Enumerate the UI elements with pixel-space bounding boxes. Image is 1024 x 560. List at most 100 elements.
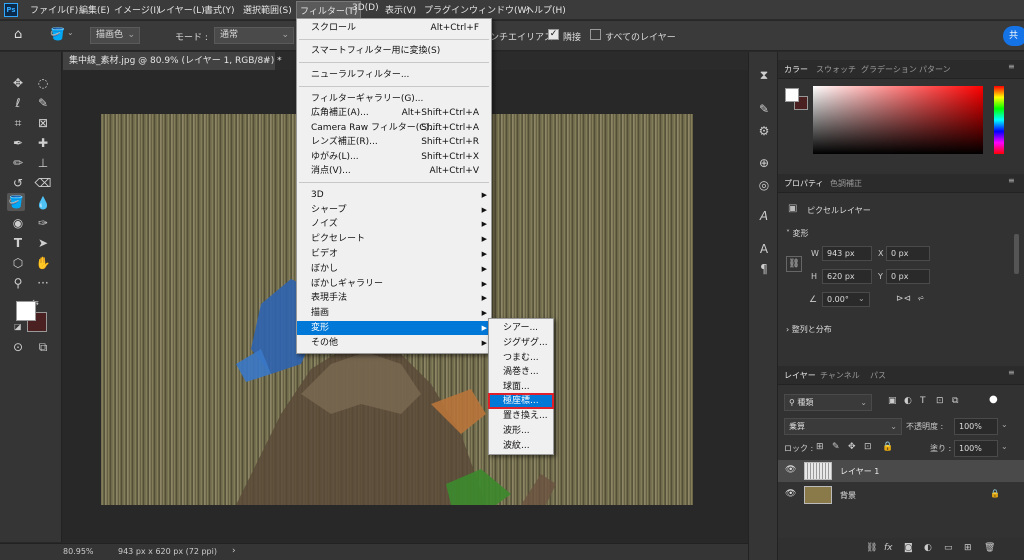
submenu-item-shear[interactable]: シアー... [489, 321, 553, 335]
submenu-item-pinch[interactable]: つまむ... [489, 351, 553, 365]
menu-item-convert-smart-filters[interactable]: スマートフィルター用に変換(S) [297, 44, 491, 58]
layer-name[interactable]: レイヤー 1 [840, 466, 879, 477]
frame-tool-icon[interactable]: ⊠ [34, 114, 52, 132]
filter-shape-icon[interactable]: ⊡ [936, 396, 944, 406]
lock-all-icon[interactable]: 🔒 [882, 442, 893, 452]
move-tool-icon[interactable]: ✥ [9, 74, 27, 92]
shape-tool-icon[interactable]: ⬡ [9, 254, 27, 272]
tab-layers[interactable]: レイヤー [784, 370, 816, 381]
lock-artboard-icon[interactable]: ⊡ [864, 442, 872, 452]
adjustments-panel-icon[interactable]: ⚙ [755, 122, 773, 140]
menu-edit[interactable]: 編集(E) [79, 3, 110, 16]
foreground-color-chip[interactable] [785, 88, 799, 102]
hand-tool-icon[interactable]: ✋ [34, 254, 52, 272]
quick-mask-icon[interactable]: ⊙ [9, 338, 27, 356]
zoom-tool-icon[interactable]: ⚲ [9, 274, 27, 292]
panel-menu-icon[interactable]: ≡ [1008, 62, 1015, 71]
color-field[interactable] [813, 86, 983, 154]
paths-panel-icon[interactable]: ◎ [755, 176, 773, 194]
fill-chevron-icon[interactable]: ⌄ [1001, 442, 1008, 451]
chevron-down-icon[interactable]: ⌄ [858, 294, 865, 303]
height-field[interactable]: 620 px [822, 269, 872, 284]
tab-properties[interactable]: プロパティ [784, 178, 824, 189]
delete-layer-icon[interactable]: 🗑 [984, 543, 995, 553]
filter-smart-object-icon[interactable]: ⧉ [952, 396, 958, 406]
submenu-item-ripple[interactable]: 波紋... [489, 439, 553, 453]
menu-item-scroll[interactable]: スクロール Alt+Ctrl+F [297, 21, 491, 35]
pen-tool-icon[interactable]: ✑ [34, 214, 52, 232]
contiguous-checkbox[interactable]: ✓ [548, 29, 559, 40]
clone-stamp-tool-icon[interactable]: ⊥ [34, 154, 52, 172]
properties-scrollbar[interactable] [1014, 234, 1019, 274]
glyphs-panel-icon[interactable]: A [755, 240, 773, 258]
layer-filter-select[interactable]: ⚲ 種類 ⌄ [784, 394, 872, 411]
close-icon[interactable]: × [262, 52, 270, 70]
flip-horizontal-icon[interactable]: ⊳⊲ [896, 294, 911, 304]
visibility-eye-icon[interactable]: 👁 [785, 489, 796, 499]
submenu-item-displace[interactable]: 置き換え... [489, 409, 553, 423]
eyedropper-tool-icon[interactable]: ✒ [9, 134, 27, 152]
submenu-item-spherize[interactable]: 球面... [489, 380, 553, 394]
fill-field[interactable]: 100% [954, 440, 998, 457]
zoom-level[interactable]: 80.95% [63, 547, 94, 556]
status-menu-arrow[interactable]: › [232, 546, 236, 556]
menu-item-blur[interactable]: ぼかし ▶ [297, 262, 491, 276]
tab-paths[interactable]: パス [870, 370, 886, 381]
character-panel-icon[interactable]: A [755, 207, 773, 225]
flip-vertical-icon[interactable]: ⩫ [917, 294, 925, 304]
menu-help[interactable]: ヘルプ(H) [525, 3, 566, 16]
more-tools-icon[interactable]: ··· [34, 274, 52, 292]
blend-mode-select[interactable]: 通常 ⌄ [214, 27, 294, 44]
menu-item-video[interactable]: ビデオ ▶ [297, 247, 491, 261]
menu-item-filter-gallery[interactable]: フィルターギャラリー(G)... [297, 92, 491, 106]
tool-preset-chevron-icon[interactable]: ⌄ [67, 28, 74, 37]
submenu-item-wave[interactable]: 波形... [489, 424, 553, 438]
y-field[interactable]: 0 px [886, 269, 930, 284]
fill-source-select[interactable]: 描画色 ⌄ [90, 27, 140, 44]
layer-effects-icon[interactable]: fx [884, 543, 893, 553]
paint-bucket-tool-icon[interactable]: 🪣 [7, 193, 25, 211]
all-layers-checkbox[interactable] [590, 29, 601, 40]
screen-mode-icon[interactable]: ⧉ [34, 338, 52, 356]
filter-type-icon[interactable]: T [920, 396, 926, 406]
menu-file[interactable]: ファイル(F) [30, 3, 78, 16]
layer-row[interactable]: 👁 レイヤー 1 [778, 460, 1024, 482]
menu-item-sharpen[interactable]: シャープ ▶ [297, 203, 491, 217]
tab-channels[interactable]: チャンネル [820, 370, 860, 381]
type-tool-icon[interactable]: T [9, 234, 27, 252]
default-colors-icon[interactable]: ◪ [14, 322, 22, 331]
layer-name[interactable]: 背景 [840, 490, 856, 501]
tab-color[interactable]: カラー [784, 64, 808, 75]
lock-position-icon[interactable]: ✥ [848, 442, 856, 452]
tab-swatches[interactable]: スウォッチ [816, 64, 856, 75]
menu-layer[interactable]: レイヤー(L) [157, 3, 205, 16]
history-brush-tool-icon[interactable]: ↺ [9, 174, 27, 192]
menu-item-render[interactable]: 描画 ▶ [297, 306, 491, 320]
menu-3d[interactable]: 3D(D) [352, 3, 379, 13]
add-mask-icon[interactable]: ◙ [904, 543, 913, 553]
document-tab[interactable]: 集中線_素材.jpg @ 80.9% (レイヤー 1, RGB/8#) * × [63, 52, 282, 70]
submenu-item-polar-coordinates[interactable]: 極座標... [488, 393, 554, 409]
adjustment-layer-icon[interactable]: ◐ [924, 543, 932, 553]
link-dimensions-icon[interactable]: ⛓ [786, 256, 802, 272]
new-layer-icon[interactable]: ⊞ [964, 543, 972, 553]
healing-brush-tool-icon[interactable]: ✚ [34, 134, 52, 152]
menu-plugins[interactable]: プラグイン [424, 3, 469, 16]
marquee-tool-icon[interactable]: ◌ [34, 74, 52, 92]
blend-mode-dropdown[interactable]: 乗算 ⌄ [784, 418, 902, 435]
menu-item-neural-filters[interactable]: ニューラルフィルター... [297, 68, 491, 82]
menu-type[interactable]: 書式(Y) [204, 3, 235, 16]
menu-select[interactable]: 選択範囲(S) [243, 3, 292, 16]
path-select-tool-icon[interactable]: ➤ [34, 234, 52, 252]
foreground-color-swatch[interactable] [16, 301, 36, 321]
crop-tool-icon[interactable]: ⌗ [9, 114, 27, 132]
menu-item-stylize[interactable]: 表現手法 ▶ [297, 291, 491, 305]
clone-source-panel-icon[interactable]: ⊕ [755, 154, 773, 172]
panel-menu-icon[interactable]: ≡ [1008, 368, 1015, 377]
link-layers-icon[interactable]: ⛓ [866, 543, 877, 553]
blur-tool-icon[interactable]: 💧 [34, 194, 52, 212]
menu-view[interactable]: 表示(V) [385, 3, 416, 16]
menu-item-liquify[interactable]: ゆがみ(L)... Shift+Ctrl+X [297, 150, 491, 164]
layer-row[interactable]: 👁 背景 🔒 [778, 484, 1024, 506]
hue-slider[interactable] [994, 86, 1004, 154]
